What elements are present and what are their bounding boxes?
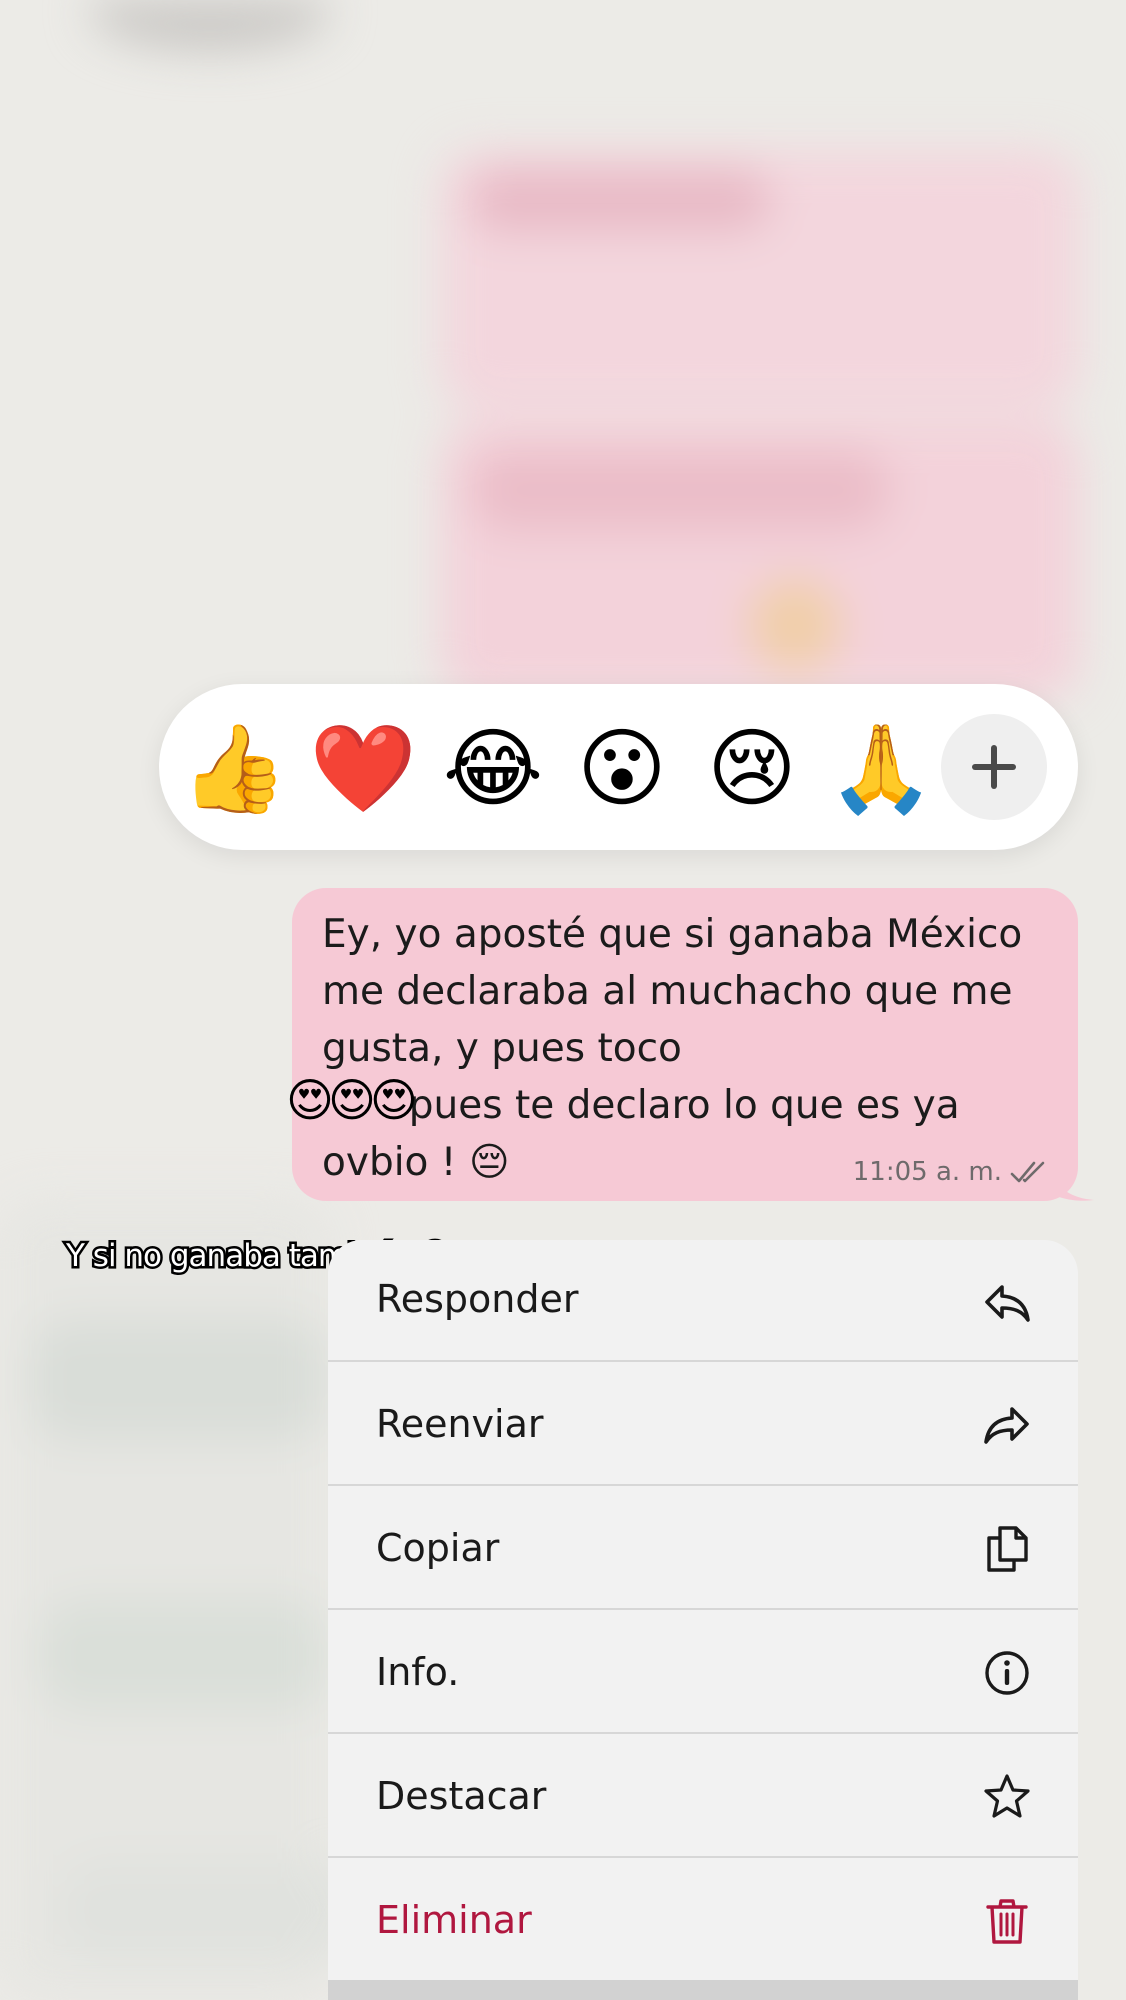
plus-icon	[972, 745, 1016, 789]
message-text: Ey, yo aposté que si ganaba México me de…	[322, 912, 1023, 1185]
menu-item-label: Copiar	[376, 1526, 500, 1570]
menu-item-star[interactable]: Destacar	[328, 1734, 1078, 1858]
reaction-crying[interactable]: 😢	[697, 724, 807, 814]
menu-item-forward[interactable]: Reenviar	[328, 1362, 1078, 1486]
reaction-surprised[interactable]: 😮	[567, 724, 677, 814]
copy-icon	[987, 1526, 1028, 1572]
menu-item-label: Destacar	[376, 1774, 547, 1818]
reaction-bar: 👍 ❤️ 😂 😮 😢 🙏	[159, 684, 1078, 850]
message-emoji-overlay: 😍😍😍	[286, 1073, 418, 1127]
menu-item-reply[interactable]: Responder	[328, 1240, 1078, 1362]
menu-item-copy[interactable]: Copiar	[328, 1486, 1078, 1610]
menu-item-label: Eliminar	[376, 1898, 532, 1942]
reaction-heart[interactable]: ❤️	[308, 724, 418, 814]
menu-item-label: Reenviar	[376, 1402, 544, 1446]
add-reaction-button[interactable]	[941, 714, 1047, 820]
double-check-icon	[1010, 1161, 1045, 1183]
menu-item-info[interactable]: Info.	[328, 1610, 1078, 1734]
trash-icon	[986, 1899, 1028, 1944]
reaction-laughing[interactable]: 😂	[438, 724, 548, 814]
menu-item-label: Responder	[376, 1277, 579, 1321]
message-time: 11:05 a. m.	[852, 1157, 1002, 1187]
menu-item-delete[interactable]: Eliminar	[328, 1858, 1078, 1980]
message-meta: 11:05 a. m.	[853, 1157, 1048, 1187]
star-icon	[984, 1774, 1030, 1818]
reaction-thumbs-up[interactable]: 👍	[179, 724, 289, 814]
reaction-pray[interactable]: 🙏	[826, 724, 936, 814]
message-context-menu: Responder Reenviar Copiar Info. Destacar	[328, 1240, 1078, 2000]
menu-bottom-edge	[328, 1980, 1078, 2000]
reply-icon	[985, 1285, 1030, 1322]
message-bubble[interactable]: Ey, yo aposté que si ganaba México me de…	[286, 888, 1078, 1201]
forward-icon	[984, 1407, 1029, 1444]
info-icon	[985, 1651, 1029, 1695]
menu-item-label: Info.	[376, 1650, 460, 1694]
